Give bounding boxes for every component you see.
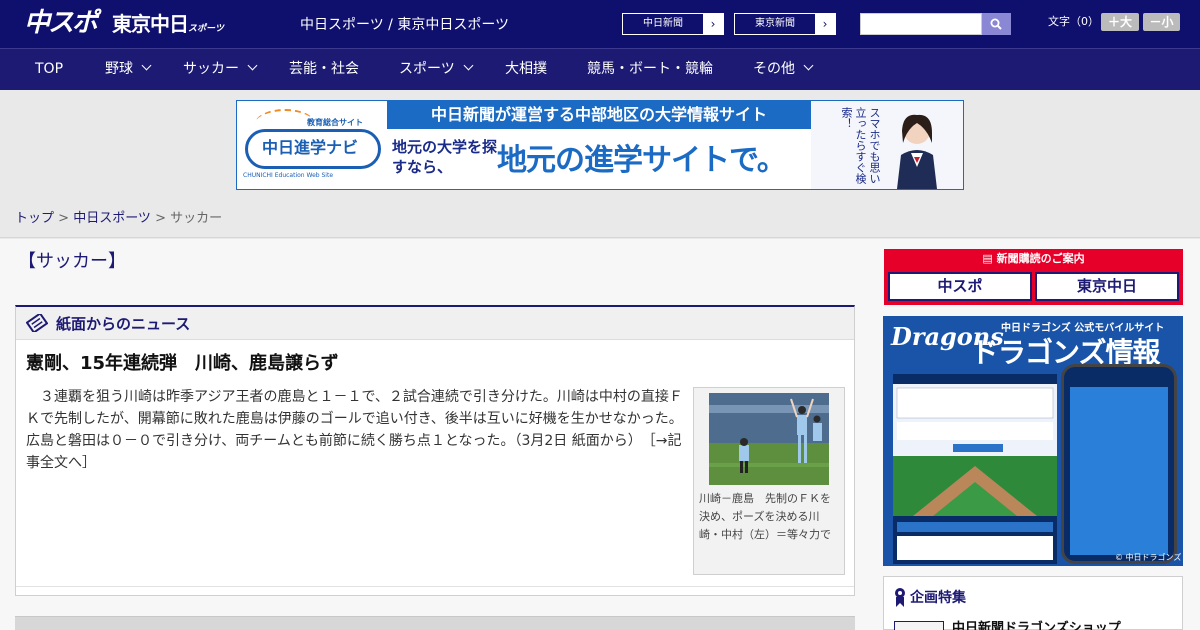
news-section-title: 紙面からのニュース bbox=[56, 315, 191, 333]
breadcrumb-separator: > bbox=[54, 211, 74, 226]
tokyo-logo-text: 東京中日 bbox=[112, 12, 189, 36]
smartphone-illustration bbox=[1061, 364, 1177, 564]
breadcrumb-current: サッカー bbox=[170, 211, 223, 226]
nav-item-entertainment[interactable]: 芸能・社会 bbox=[289, 49, 359, 90]
chevron-down-icon bbox=[463, 60, 474, 71]
news-card: 紙面からのニュース 憲剛、15年連続弾 川崎、鹿島譲らず ３連覇を狙う川崎は昨季… bbox=[15, 305, 855, 596]
nav-item-sumo[interactable]: 大相撲 bbox=[505, 49, 547, 90]
search-button[interactable] bbox=[982, 13, 1011, 35]
dragons-mobile-ad[interactable]: Dragons 中日ドラゴンズ 公式モバイルサイト ドラゴンズ情報 © 中日ドラ… bbox=[883, 316, 1183, 566]
feature-thumbnail[interactable] bbox=[894, 621, 944, 630]
article-title[interactable]: 憲剛、15年連続弾 川崎、鹿島譲らず bbox=[26, 352, 339, 376]
banner-photo-area: スマホでも思い立ったらすぐ検索！ bbox=[811, 101, 963, 189]
nav-item-racing[interactable]: 競馬・ボート・競輪 bbox=[587, 49, 713, 90]
newspaper-icon: ▤ bbox=[982, 252, 997, 265]
breadcrumb-parent-link[interactable]: 中日スポーツ bbox=[73, 211, 151, 226]
subscribe-tokyo-chunichi-button[interactable]: 東京中日 bbox=[1035, 272, 1179, 301]
baseball-screen-illustration bbox=[893, 374, 1057, 564]
newspaper-icon bbox=[26, 314, 48, 332]
dragons-ad-subtitle: 中日ドラゴンズ 公式モバイルサイト bbox=[1001, 323, 1165, 334]
feature-link[interactable]: 中日新聞ドラゴンズショップ bbox=[952, 621, 1121, 630]
main-nav: TOP 野球 サッカー 芸能・社会 スポーツ 大相撲 競馬・ボート・競輪 その他 bbox=[0, 48, 1200, 90]
breadcrumb-separator: > bbox=[150, 211, 171, 226]
font-bigger-button[interactable]: ＋大 bbox=[1101, 13, 1139, 31]
nav-label: 野球 bbox=[105, 61, 133, 77]
font-size-label: 文字（0） bbox=[1048, 15, 1099, 28]
chevron-down-icon bbox=[247, 60, 258, 71]
subscription-heading: ▤ 新聞購読のご案内 bbox=[884, 249, 1183, 269]
student-illustration bbox=[897, 114, 937, 189]
search-icon bbox=[990, 18, 1002, 30]
tokyo-logo-small: スポーツ bbox=[188, 24, 224, 34]
next-section-card bbox=[15, 616, 855, 630]
subscription-ad[interactable]: ▤ 新聞購読のご案内 中スポ 東京中日 bbox=[884, 249, 1183, 305]
shingaku-navi-banner[interactable]: 教育総合サイト 中日進学ナビ CHUNICHI Education Web Si… bbox=[236, 100, 964, 190]
article-photo-box: 川崎－鹿島 先制のＦＫを決め、ポーズを決める川崎・中村（左）＝等々力で bbox=[693, 387, 845, 575]
banner-vertical-text: スマホでも思い立ったらすぐ検索！ bbox=[840, 107, 881, 184]
chuspo-logo[interactable]: 中スポ bbox=[24, 8, 98, 38]
nav-item-soccer[interactable]: サッカー bbox=[183, 49, 258, 90]
article-body: ３連覇を狙う川崎は昨季アジア王者の鹿島と１－１で、２試合連続で引き分けた。川崎は… bbox=[26, 386, 686, 474]
chevron-down-icon bbox=[803, 60, 814, 71]
banner-big-text: 地元の進学サイトで。 bbox=[497, 143, 787, 178]
nav-label: その他 bbox=[753, 61, 795, 77]
banner-badge-text: 中日進学ナビ bbox=[262, 138, 359, 157]
site-header: 中スポ 東京中日スポーツ 中日スポーツ / 東京中日スポーツ 中日新聞 › 東京… bbox=[0, 0, 1200, 48]
link-label: 東京新聞 bbox=[755, 18, 795, 29]
article-text: ３連覇を狙う川崎は昨季アジア王者の鹿島と１－１で、２試合連続で引き分けた。川崎は… bbox=[26, 389, 683, 449]
chevron-right-icon: › bbox=[815, 14, 835, 34]
nav-label: サッカー bbox=[183, 61, 239, 77]
tokyo-shimbun-link[interactable]: 東京新聞 › bbox=[734, 13, 836, 35]
nav-item-other[interactable]: その他 bbox=[753, 49, 814, 90]
nav-label: スポーツ bbox=[399, 61, 455, 77]
breadcrumb: トップ > 中日スポーツ > サッカー bbox=[15, 210, 222, 228]
subscribe-chuspo-button[interactable]: 中スポ bbox=[888, 272, 1032, 301]
nav-item-top[interactable]: TOP bbox=[35, 49, 63, 90]
banner-badge: 中日進学ナビ bbox=[245, 129, 381, 169]
nav-item-baseball[interactable]: 野球 bbox=[105, 49, 152, 90]
banner-headline: 中日新聞が運営する中部地区の大学情報サイト bbox=[387, 101, 811, 129]
card-divider bbox=[16, 586, 854, 587]
feature-special-box: 企画特集 中日新聞ドラゴンズショップ bbox=[883, 576, 1183, 630]
nav-label: 大相撲 bbox=[505, 61, 547, 77]
banner-badge-sub: CHUNICHI Education Web Site bbox=[243, 172, 334, 179]
chevron-right-icon: › bbox=[703, 14, 723, 34]
banner-logo-area: 教育総合サイト 中日進学ナビ CHUNICHI Education Web Si… bbox=[237, 101, 387, 189]
nav-label: TOP bbox=[35, 61, 64, 77]
nav-label: 芸能・社会 bbox=[289, 61, 359, 77]
tokyo-chunichi-logo[interactable]: 東京中日スポーツ bbox=[112, 12, 224, 41]
chunichi-shimbun-link[interactable]: 中日新聞 › bbox=[622, 13, 724, 35]
soccer-photo[interactable] bbox=[709, 393, 829, 485]
banner-kyoiku-label: 教育総合サイト bbox=[307, 118, 363, 127]
chevron-down-icon bbox=[141, 60, 152, 71]
ribbon-icon bbox=[895, 588, 905, 607]
news-card-header: 紙面からのニュース bbox=[16, 307, 854, 340]
search-input[interactable] bbox=[860, 13, 982, 35]
font-smaller-button[interactable]: －小 bbox=[1143, 13, 1180, 31]
subscription-heading-text: 新聞購読のご案内 bbox=[996, 252, 1085, 265]
site-title[interactable]: 中日スポーツ / 東京中日スポーツ bbox=[300, 16, 509, 34]
phone-screen bbox=[1070, 387, 1168, 555]
breadcrumb-top-link[interactable]: トップ bbox=[15, 211, 54, 226]
page-title: 【サッカー】 bbox=[18, 251, 126, 272]
link-label: 中日新聞 bbox=[643, 18, 683, 29]
banner-subtext: 地元の大学を探すなら、 bbox=[392, 138, 498, 176]
feature-title: 企画特集 bbox=[910, 590, 966, 606]
nav-item-sports[interactable]: スポーツ bbox=[399, 49, 474, 90]
photo-caption: 川崎－鹿島 先制のＦＫを決め、ポーズを決める川崎・中村（左）＝等々力で bbox=[699, 492, 831, 541]
dragons-copyright: © 中日ドラゴンズ bbox=[1115, 553, 1182, 562]
breadcrumb-bar: トップ > 中日スポーツ > サッカー bbox=[0, 200, 1200, 238]
nav-label: 競馬・ボート・競輪 bbox=[587, 61, 713, 77]
